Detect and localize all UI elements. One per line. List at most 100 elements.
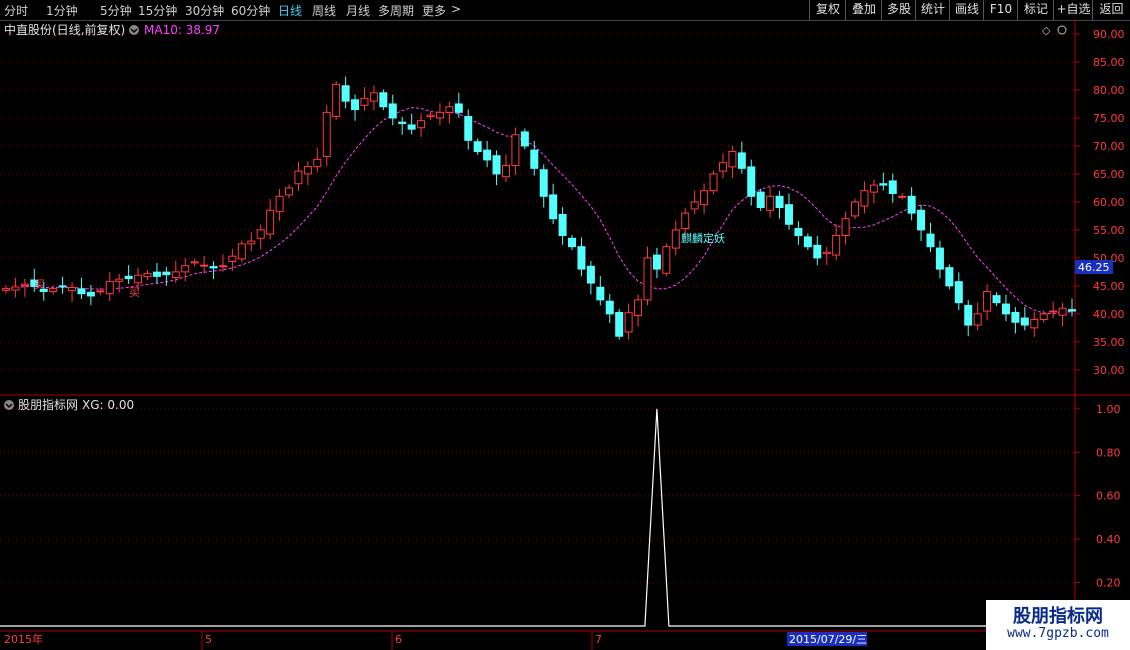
candle-body — [700, 190, 709, 206]
right-button-2[interactable]: 叠加 — [845, 0, 882, 20]
candle-body — [181, 265, 190, 273]
candle-body — [388, 103, 397, 119]
right-button-1[interactable]: 复权 — [809, 0, 846, 20]
candle-body — [1020, 317, 1029, 326]
candle-body — [49, 288, 58, 292]
candle-body — [803, 236, 812, 248]
candle-body — [539, 169, 548, 197]
price-tick-label: 55.00 — [1093, 224, 1125, 237]
candle-body — [1058, 307, 1067, 316]
candle-body — [558, 213, 567, 236]
candle-body — [294, 170, 303, 185]
period-tab-4[interactable]: 15分钟 — [138, 2, 177, 19]
candle-body — [577, 246, 586, 270]
indicator-dropdown-icon[interactable] — [4, 400, 14, 410]
candle-body — [162, 271, 171, 276]
candle-body — [841, 218, 850, 236]
date-label-year: 2015年 — [4, 632, 43, 646]
date-label-may: 5 — [205, 633, 212, 646]
candle-body — [473, 141, 482, 153]
price-tick-label: 80.00 — [1093, 84, 1125, 97]
candle-body — [615, 311, 624, 337]
period-tab-10[interactable]: 多周期 — [378, 2, 414, 19]
candle-body — [879, 183, 888, 186]
candle-body — [709, 173, 718, 192]
candle-body — [96, 290, 105, 293]
period-tab-3[interactable]: 5分钟 — [100, 2, 132, 19]
indicator-name: 股朋指标网 — [18, 397, 78, 412]
right-button-7[interactable]: 标记 — [1017, 0, 1054, 20]
period-tab-1[interactable]: 分时 — [4, 2, 28, 19]
candle-body — [860, 190, 869, 207]
date-label-jun: 6 — [395, 633, 402, 646]
watermark-title: 股朋指标网 — [1013, 606, 1103, 627]
indicator-tick-label: 0.20 — [1096, 577, 1121, 590]
candle-body — [445, 106, 454, 113]
candle-body — [983, 290, 992, 312]
candle-body — [322, 111, 331, 158]
indicator-value: XG: 0.00 — [82, 398, 134, 412]
candle-body — [266, 209, 275, 235]
price-tick-label: 70.00 — [1093, 140, 1125, 153]
candle-body — [794, 227, 803, 236]
price-tick-label: 75.00 — [1093, 112, 1125, 125]
candle-body — [1011, 311, 1020, 323]
period-tab-9[interactable]: 月线 — [346, 2, 370, 19]
candle-body — [662, 246, 671, 274]
right-button-6[interactable]: F10 — [983, 0, 1018, 20]
price-tick-label: 30.00 — [1093, 364, 1125, 377]
diamond-icon[interactable]: ◇ — [1042, 24, 1051, 37]
period-tab-2[interactable]: 1分钟 — [46, 2, 78, 19]
candle-body — [1049, 310, 1058, 313]
dropdown-circle-icon[interactable] — [129, 25, 139, 35]
period-tab-7[interactable]: 日线 — [278, 2, 302, 19]
period-tab-6[interactable]: 60分钟 — [231, 2, 270, 19]
candle-body — [511, 134, 520, 167]
date-label-jul: 7 — [595, 633, 602, 646]
price-tick-label: 85.00 — [1093, 56, 1125, 69]
candle-body — [237, 243, 246, 260]
right-button-8[interactable]: +自选 — [1053, 0, 1093, 20]
right-button-9[interactable]: 返回 — [1092, 0, 1130, 20]
current-price-value: 46.25 — [1078, 261, 1110, 274]
candle-body — [341, 85, 350, 102]
candle-body — [369, 92, 378, 102]
candlestick-series — [2, 76, 1076, 340]
period-tab-5[interactable]: 30分钟 — [185, 2, 224, 19]
candle-body — [605, 300, 614, 315]
settings-circle-icon[interactable] — [1057, 25, 1067, 35]
period-tab-8[interactable]: 周线 — [312, 2, 336, 19]
xg-line — [0, 408, 1075, 627]
candle-body — [1030, 318, 1039, 329]
indicator-line-group — [0, 408, 1075, 627]
candle-body — [530, 149, 539, 169]
candle-body — [152, 271, 161, 277]
candle-body — [11, 286, 20, 291]
candle-body — [285, 187, 294, 196]
candle-body — [1001, 303, 1010, 315]
candle-body — [124, 275, 133, 280]
candle-body — [624, 312, 633, 333]
right-button-3[interactable]: 多股 — [881, 0, 916, 20]
price-tick-label: 45.00 — [1093, 280, 1125, 293]
indicator-tick-label: 0.60 — [1096, 490, 1121, 503]
candle-body — [690, 201, 699, 210]
right-button-5[interactable]: 画线 — [949, 0, 984, 20]
indicator-axis-ticks: 0.20 0.40 0.60 0.80 1.00 — [1075, 403, 1121, 590]
candle-body — [426, 114, 435, 118]
candle-body — [728, 151, 737, 168]
period-tab-11[interactable]: 更多 — [422, 2, 446, 19]
candle-body — [492, 155, 501, 175]
indicator-tick-label: 1.00 — [1096, 403, 1121, 416]
candle-body — [435, 111, 444, 119]
candle-body — [813, 244, 822, 259]
more-arrow-icon[interactable]: > — [451, 2, 461, 16]
chart-canvas[interactable]: 30.0035.0040.0045.0050.0055.0060.0065.00… — [0, 20, 1130, 650]
candle-body — [2, 288, 10, 291]
candle-body — [718, 162, 727, 172]
candle-body — [86, 291, 95, 297]
candle-body — [501, 165, 510, 178]
indicator-grid — [0, 408, 1075, 584]
candle-body — [275, 195, 284, 213]
right-button-4[interactable]: 统计 — [915, 0, 950, 20]
